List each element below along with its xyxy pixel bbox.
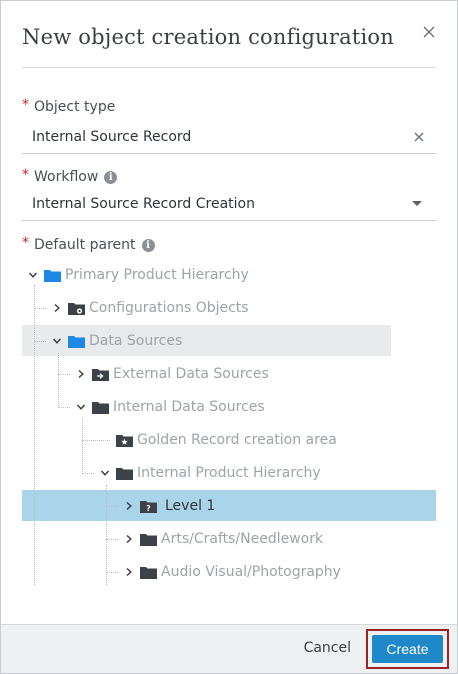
folder-icon bbox=[92, 400, 109, 415]
required-marker: * bbox=[22, 97, 29, 113]
required-marker: * bbox=[22, 167, 29, 183]
tree-guide bbox=[106, 506, 118, 507]
info-icon[interactable]: i bbox=[141, 238, 155, 252]
tree-node-label: Data Sources bbox=[89, 333, 183, 349]
chevron-down-icon[interactable] bbox=[98, 466, 112, 480]
tree-node[interactable]: Audio Visual/Photography bbox=[122, 557, 341, 587]
workflow-value: Internal Source Record Creation bbox=[32, 196, 255, 212]
tree-node-label: Internal Product Hierarchy bbox=[137, 465, 321, 481]
cancel-button[interactable]: Cancel bbox=[304, 640, 351, 656]
tree-node-root[interactable]: Primary Product Hierarchy bbox=[26, 260, 249, 290]
object-type-label-text: Object type bbox=[34, 99, 116, 115]
tree-guide bbox=[82, 419, 83, 474]
tree-node-label: Level 1 bbox=[165, 498, 216, 514]
svg-text:?: ? bbox=[146, 504, 151, 513]
tree-guide bbox=[34, 341, 46, 342]
folder-icon bbox=[44, 268, 61, 283]
folder-icon bbox=[140, 532, 157, 547]
tree-node-label: Arts/Crafts/Needlework bbox=[161, 531, 324, 547]
tree-node[interactable]: Arts/Crafts/Needlework bbox=[122, 524, 323, 554]
tree-node[interactable]: Golden Record creation area bbox=[116, 425, 337, 455]
close-icon[interactable] bbox=[421, 24, 437, 40]
tree-guide bbox=[106, 485, 107, 585]
folder-icon bbox=[140, 565, 157, 580]
chevron-right-icon[interactable] bbox=[122, 532, 136, 546]
chevron-right-icon[interactable] bbox=[122, 565, 136, 579]
tree-node[interactable]: Configurations Objects bbox=[50, 293, 249, 323]
tree-row-selected-bg bbox=[22, 490, 436, 521]
chevron-right-icon[interactable] bbox=[122, 499, 136, 513]
tree-guide bbox=[58, 407, 70, 408]
tree-node-label: Audio Visual/Photography bbox=[161, 564, 341, 580]
folder-star-icon bbox=[116, 433, 133, 448]
create-button-focus-frame: Create bbox=[366, 629, 449, 669]
folder-arrow-icon bbox=[92, 367, 109, 382]
title-divider bbox=[22, 67, 436, 68]
object-type-value: Internal Source Record bbox=[32, 129, 192, 145]
chevron-down-icon[interactable] bbox=[74, 400, 88, 414]
folder-question-icon: ? bbox=[140, 499, 157, 514]
object-type-field[interactable]: Internal Source Record bbox=[22, 123, 436, 154]
workflow-label: * Workflow i bbox=[22, 167, 118, 185]
tree-node-label: Golden Record creation area bbox=[137, 432, 337, 448]
tree-node-selected[interactable]: ? Level 1 bbox=[122, 491, 215, 521]
tree-guide bbox=[34, 285, 35, 585]
tree-guide bbox=[58, 374, 70, 375]
tree-node-label: External Data Sources bbox=[113, 366, 269, 382]
folder-icon bbox=[116, 466, 133, 481]
tree-guide bbox=[82, 440, 110, 441]
tree-guide bbox=[34, 308, 46, 309]
tree-node[interactable]: Data Sources bbox=[50, 326, 182, 356]
chevron-down-icon[interactable] bbox=[26, 268, 40, 282]
workflow-select[interactable]: Internal Source Record Creation bbox=[22, 190, 436, 221]
chevron-right-icon[interactable] bbox=[50, 301, 64, 315]
tree-node[interactable]: Internal Data Sources bbox=[74, 392, 265, 422]
chevron-down-icon[interactable] bbox=[50, 334, 64, 348]
tree-guide bbox=[106, 572, 118, 573]
new-object-dialog: New object creation configuration * Obje… bbox=[0, 0, 458, 674]
tree-node[interactable]: Internal Product Hierarchy bbox=[98, 458, 321, 488]
workflow-label-text: Workflow bbox=[34, 169, 99, 185]
info-icon[interactable]: i bbox=[104, 170, 118, 184]
object-type-label: * Object type bbox=[22, 97, 116, 115]
tree-guide bbox=[58, 353, 59, 408]
tree-guide bbox=[106, 539, 118, 540]
chevron-right-icon[interactable] bbox=[74, 367, 88, 381]
tree-node-label: Primary Product Hierarchy bbox=[65, 267, 249, 283]
dialog-title: New object creation configuration bbox=[22, 25, 394, 49]
folder-gear-icon bbox=[68, 301, 85, 316]
tree-node-label: Configurations Objects bbox=[89, 300, 249, 316]
tree-node-label: Internal Data Sources bbox=[113, 399, 265, 415]
tree-node[interactable]: External Data Sources bbox=[74, 359, 269, 389]
folder-icon bbox=[68, 334, 85, 349]
tree-guide bbox=[82, 473, 94, 474]
dialog-footer: Cancel Create bbox=[1, 624, 457, 673]
default-parent-label: * Default parent i bbox=[22, 235, 155, 253]
default-parent-label-text: Default parent bbox=[34, 237, 136, 253]
clear-icon[interactable] bbox=[412, 129, 426, 143]
chevron-down-icon[interactable] bbox=[412, 201, 422, 206]
required-marker: * bbox=[22, 235, 29, 251]
create-button[interactable]: Create bbox=[372, 635, 443, 663]
